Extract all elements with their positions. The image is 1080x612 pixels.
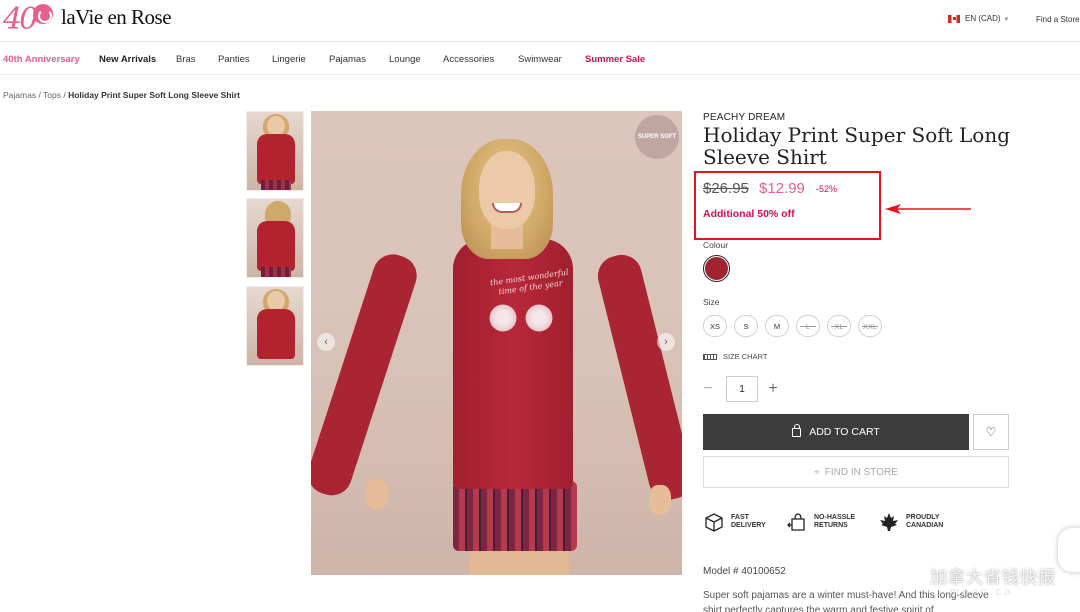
nav-item-lounge[interactable]: Lounge	[389, 54, 421, 65]
size-option-xs[interactable]: XS	[703, 315, 727, 337]
logo-text: laVie en Rose	[61, 5, 172, 29]
red-arrow-annotation	[885, 204, 971, 214]
rose-icon	[33, 4, 53, 24]
quantity-input[interactable]: 1	[726, 376, 758, 402]
site-logo[interactable]: 40 laVie en Rose	[3, 2, 172, 38]
nav-item-new-arrivals[interactable]: New Arrivals	[99, 54, 156, 65]
chevron-right-icon: ›	[664, 336, 668, 348]
nav-item-pajamas[interactable]: Pajamas	[329, 54, 366, 65]
locale-label: EN (CAD)	[965, 14, 1001, 23]
return-bag-icon	[786, 511, 808, 533]
feature-line2: CANADIAN	[906, 522, 944, 529]
breadcrumb-pajamas[interactable]: Pajamas	[3, 90, 36, 100]
chat-widget[interactable]	[1058, 528, 1080, 572]
feature-line2: DELIVERY	[731, 522, 766, 529]
feature-no-hassle-returns: NO-HASSLE RETURNS	[786, 511, 855, 533]
feature-text: NO-HASSLE RETURNS	[814, 514, 855, 530]
plaid-shorts	[453, 481, 577, 551]
left-hand	[366, 479, 388, 509]
wishlist-button[interactable]: ♡	[973, 414, 1009, 450]
locale-selector[interactable]: EN (CAD) ▾	[948, 14, 1008, 23]
add-to-cart-label: ADD TO CART	[809, 426, 880, 438]
feature-text: FAST DELIVERY	[731, 514, 766, 530]
size-option-m[interactable]: M	[765, 315, 789, 337]
thumbnail-shirt	[257, 134, 295, 184]
thumbnail-face	[267, 116, 285, 136]
watermark-sub: moon.ca	[950, 586, 1014, 598]
nav-item-accessories[interactable]: Accessories	[443, 54, 494, 65]
nav-item-panties[interactable]: Panties	[218, 54, 250, 65]
find-in-store-button[interactable]: ⌖ FIND IN STORE	[703, 456, 1009, 488]
logo-anniversary-number: 40	[3, 2, 38, 37]
model-number: Model # 40100652	[703, 566, 786, 577]
size-option-s[interactable]: S	[734, 315, 758, 337]
colour-label: Colour	[703, 240, 729, 250]
find-store-link[interactable]: Find a Store	[1036, 15, 1080, 24]
nav-item-lingerie[interactable]: Lingerie	[272, 54, 306, 65]
swatch-fill	[705, 257, 728, 280]
size-chart-link[interactable]: SIZE CHART	[703, 352, 767, 361]
watermark-text: 加拿大省钱快报	[930, 568, 1056, 587]
product-brand: PEACHY DREAM	[703, 112, 786, 123]
shopping-bag-icon	[792, 423, 802, 437]
thumbnail-shirt	[257, 221, 295, 271]
ruler-icon	[703, 353, 717, 360]
feature-line1: NO-HASSLE	[814, 514, 856, 521]
breadcrumb-separator: /	[60, 90, 69, 100]
model-face	[479, 151, 535, 229]
thumbnail-front[interactable]	[246, 111, 304, 191]
feature-line1: PROUDLY	[906, 514, 940, 521]
shirt-left-sleeve	[311, 249, 422, 501]
site-header: 40 laVie en Rose EN (CAD) ▾ Find a Store	[0, 0, 1080, 42]
product-main-image[interactable]: the most wonderful time of the year SUPE…	[311, 111, 682, 575]
add-to-cart-button[interactable]: ADD TO CART	[703, 414, 969, 450]
next-image-button[interactable]: ›	[657, 333, 675, 351]
shirt-right-sleeve	[593, 250, 682, 504]
breadcrumb-separator: /	[36, 90, 44, 100]
heart-icon: ♡	[985, 425, 997, 439]
chevron-left-icon: ‹	[324, 336, 328, 348]
main-nav: 40th Anniversary New Arrivals Bras Panti…	[0, 43, 1080, 75]
size-chart-label: SIZE CHART	[723, 352, 768, 361]
breadcrumb-tops[interactable]: Tops	[43, 90, 61, 100]
thumbnail-shirt	[257, 309, 295, 359]
location-pin-icon: ⌖	[814, 466, 820, 478]
size-label: Size	[703, 297, 720, 307]
colour-swatch-red[interactable]	[703, 255, 730, 282]
thumbnail-face	[267, 291, 285, 311]
breadcrumb: Pajamas / Tops / Holiday Print Super Sof…	[3, 90, 240, 100]
product-title: Holiday Print Super Soft Long Sleeve Shi…	[703, 123, 1011, 169]
feature-proudly-canadian: PROUDLY CANADIAN	[878, 511, 943, 533]
thumbnail-shorts	[261, 180, 291, 190]
quantity-increase-button[interactable]: +	[765, 380, 781, 400]
box-icon	[703, 511, 725, 533]
size-option-l[interactable]: L	[796, 315, 820, 337]
feature-fast-delivery: FAST DELIVERY	[703, 511, 766, 533]
legs	[469, 547, 569, 575]
thumbnail-shorts	[261, 267, 291, 277]
feature-text: PROUDLY CANADIAN	[906, 514, 943, 530]
canada-flag-icon	[948, 14, 960, 23]
size-option-xl[interactable]: XL	[827, 315, 851, 337]
super-soft-badge: SUPER SOFT	[635, 115, 679, 159]
feature-line1: FAST	[731, 514, 749, 521]
feature-line2: RETURNS	[814, 522, 848, 529]
prev-image-button[interactable]: ‹	[317, 333, 335, 351]
chevron-down-icon: ▾	[1004, 15, 1009, 23]
nav-item-40th-anniversary[interactable]: 40th Anniversary	[3, 54, 80, 65]
find-in-store-label: FIND IN STORE	[824, 466, 898, 478]
bow-print	[489, 297, 553, 339]
nav-item-swimwear[interactable]: Swimwear	[518, 54, 562, 65]
thumbnail-closeup[interactable]	[246, 286, 304, 366]
size-option-xxl[interactable]: XXL	[858, 315, 882, 337]
maple-leaf-icon	[878, 511, 900, 533]
right-hand	[649, 485, 671, 515]
nav-item-bras[interactable]: Bras	[176, 54, 196, 65]
nav-item-summer-sale[interactable]: Summer Sale	[585, 54, 645, 65]
thumbnail-back[interactable]	[246, 198, 304, 278]
breadcrumb-current: Holiday Print Super Soft Long Sleeve Shi…	[68, 90, 240, 100]
quantity-decrease-button[interactable]: −	[700, 380, 716, 400]
price-highlight-box	[694, 171, 881, 240]
